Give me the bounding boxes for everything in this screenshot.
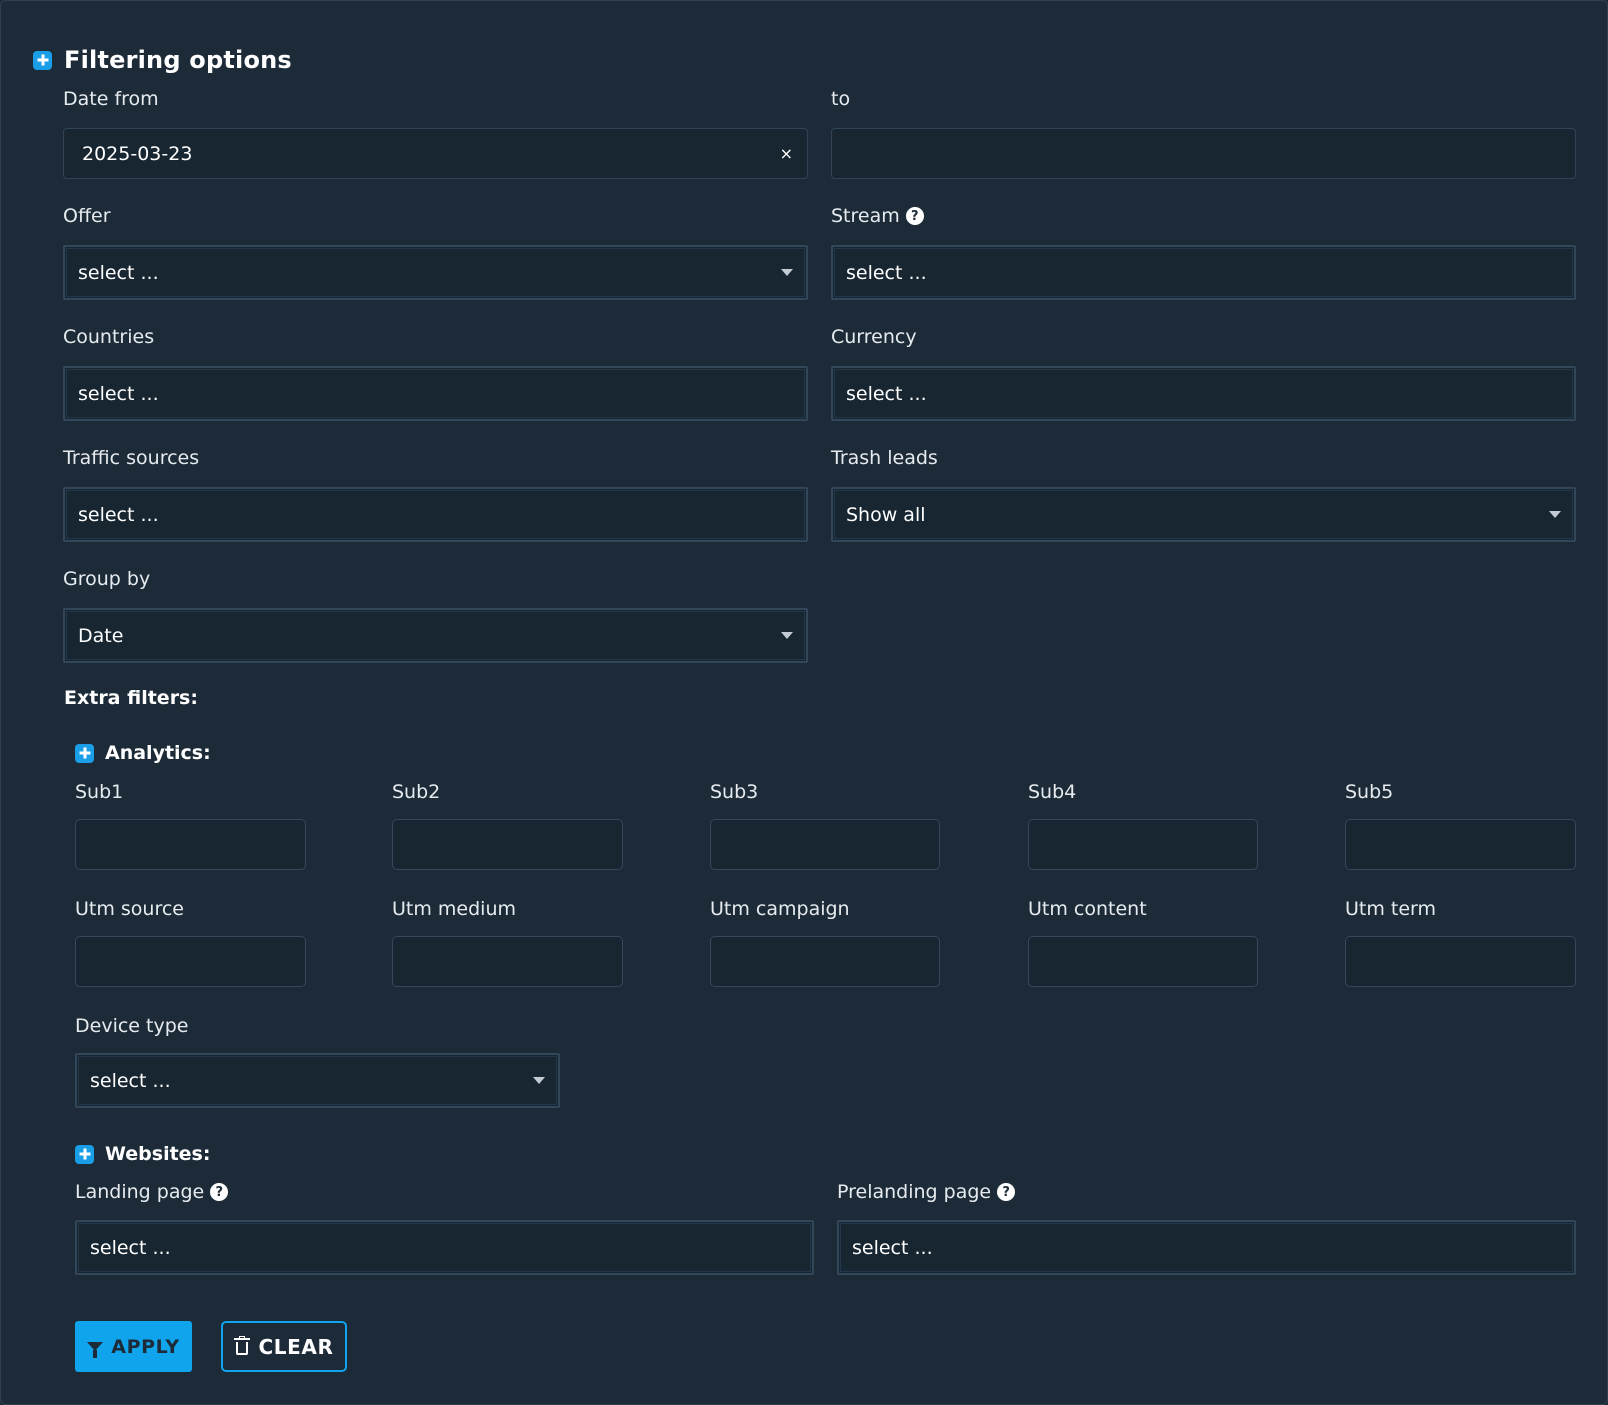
clear-button[interactable]: CLEAR [221,1321,347,1372]
apply-button-label: APPLY [111,1335,180,1358]
caret-down-icon [781,632,793,639]
countries-label-text: Countries [63,326,155,348]
sub4-input[interactable] [1028,819,1258,870]
date-from-value: 2025-03-23 [82,142,193,165]
traffic-sources-select-value: select ... [78,503,159,526]
group-by-label: Group by [63,568,150,590]
trash-leads-select-value: Show all [846,503,926,526]
currency-select[interactable]: select ... [831,366,1576,421]
stream-select-value: select ... [846,261,927,284]
landing-page-select[interactable]: select ... [75,1220,814,1275]
expand-plus-icon[interactable] [75,1144,94,1164]
filter-title: Filtering options [64,46,292,74]
caret-down-icon [1549,511,1561,518]
landing-page-label-text: Landing page [75,1181,205,1203]
countries-label: Countries [63,326,154,348]
group-by-label-text: Group by [63,568,151,590]
help-icon[interactable]: ? [905,207,924,225]
stream-label: Stream ? [831,205,924,227]
offer-select[interactable]: select ... [63,245,808,300]
utm-medium-label: Utm medium [392,898,516,920]
utm-term-input[interactable] [1345,936,1576,987]
sub1-input[interactable] [75,819,306,870]
help-icon[interactable]: ? [997,1183,1016,1201]
date-from-label: Date from [63,88,159,110]
device-type-select-value: select ... [90,1069,171,1092]
offer-select-value: select ... [78,261,159,284]
sub2-label: Sub2 [392,781,441,803]
traffic-sources-select[interactable]: select ... [63,487,808,542]
currency-label: Currency [831,326,917,348]
trash-icon [233,1336,250,1355]
sub5-label: Sub5 [1345,781,1394,803]
date-from-label-text: Date from [63,88,159,110]
traffic-sources-label-text: Traffic sources [63,447,200,469]
help-icon[interactable]: ? [210,1183,229,1201]
analytics-header[interactable]: Analytics: [75,738,211,768]
websites-title: Websites: [105,1143,211,1165]
prelanding-page-label: Prelanding page ? [837,1181,1016,1203]
expand-plus-icon[interactable] [75,743,94,763]
filter-panel: Filtering options Date from to 2025-03-2… [0,0,1608,1405]
clear-button-label: CLEAR [258,1334,334,1359]
utm-content-label: Utm content [1028,898,1147,920]
utm-term-label: Utm term [1345,898,1437,920]
funnel-icon [87,1342,104,1358]
utm-medium-input[interactable] [392,936,623,987]
trash-leads-label: Trash leads [831,447,938,469]
stream-label-text: Stream [831,205,900,227]
prelanding-page-label-text: Prelanding page [837,1181,992,1203]
utm-source-label: Utm source [75,898,184,920]
offer-label-text: Offer [63,205,111,227]
caret-down-icon [781,269,793,276]
trash-leads-select[interactable]: Show all [831,487,1576,542]
sub4-label: Sub4 [1028,781,1077,803]
date-to-label-text: to [831,88,851,110]
currency-label-text: Currency [831,326,917,348]
date-from-input[interactable]: 2025-03-23 × [63,128,808,179]
extra-filters-title: Extra filters: [64,687,198,709]
caret-down-icon [533,1077,545,1084]
device-type-select[interactable]: select ... [75,1053,560,1108]
countries-select[interactable]: select ... [63,366,808,421]
clear-icon[interactable]: × [780,144,793,163]
sub1-label: Sub1 [75,781,124,803]
trash-leads-label-text: Trash leads [831,447,938,469]
date-to-input[interactable] [831,128,1576,179]
sub3-label: Sub3 [710,781,759,803]
filter-header[interactable]: Filtering options [33,45,292,75]
currency-select-value: select ... [846,382,927,405]
group-by-select[interactable]: Date [63,608,808,663]
landing-page-label: Landing page ? [75,1181,229,1203]
apply-button[interactable]: APPLY [75,1321,192,1372]
landing-page-select-value: select ... [90,1236,171,1259]
sub2-input[interactable] [392,819,623,870]
utm-content-input[interactable] [1028,936,1258,987]
stream-select[interactable]: select ... [831,245,1576,300]
sub3-input[interactable] [710,819,940,870]
websites-header[interactable]: Websites: [75,1139,210,1169]
prelanding-page-select-value: select ... [852,1236,933,1259]
date-to-label: to [831,88,850,110]
utm-source-input[interactable] [75,936,306,987]
sub5-input[interactable] [1345,819,1576,870]
analytics-title: Analytics: [105,742,211,764]
expand-plus-icon[interactable] [33,50,52,70]
countries-select-value: select ... [78,382,159,405]
utm-campaign-label: Utm campaign [710,898,850,920]
offer-label: Offer [63,205,111,227]
prelanding-page-select[interactable]: select ... [837,1220,1576,1275]
group-by-select-value: Date [78,624,124,647]
traffic-sources-label: Traffic sources [63,447,199,469]
device-type-label: Device type [75,1015,189,1037]
utm-campaign-input[interactable] [710,936,940,987]
